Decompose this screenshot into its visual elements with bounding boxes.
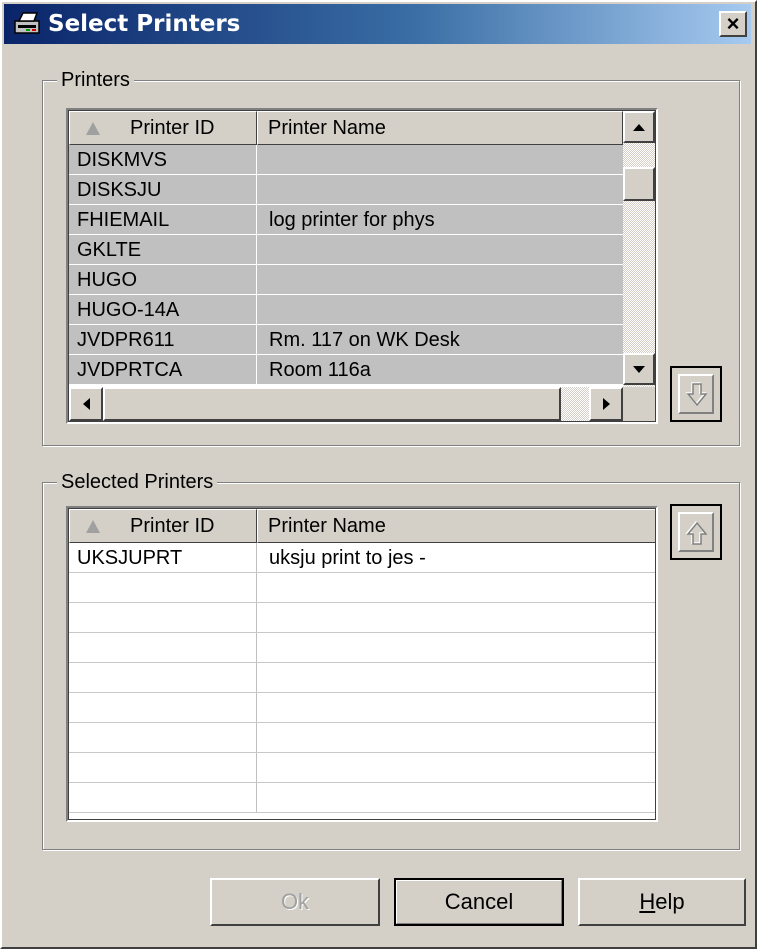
selected-group-row[interactable] <box>69 783 655 813</box>
printers-grid[interactable]: Printer ID Printer Name DISKMVS DISKSJU FH… <box>66 108 658 424</box>
selected-group-row[interactable] <box>69 573 655 603</box>
arrow-right-icon <box>602 398 610 410</box>
window-title: Select Printers <box>48 11 241 37</box>
selected-group-cell-name <box>257 663 655 692</box>
printers-col-header-id[interactable]: Printer ID <box>69 111 257 145</box>
printers-hscroll-thumb[interactable] <box>103 387 561 421</box>
printers-group-cell-id: HUGO <box>69 265 257 294</box>
add-selected-button[interactable] <box>670 366 722 422</box>
printers-group-cell-name <box>257 175 623 204</box>
printers-group-row[interactable]: DISKMVS <box>69 145 623 175</box>
selected-group-cell-id <box>69 753 257 782</box>
printers-vscroll-track[interactable] <box>623 111 655 387</box>
arrow-down-icon <box>633 365 645 373</box>
selected-col-header-name[interactable]: Printer Name <box>257 509 655 543</box>
selected-group-cell-id <box>69 663 257 692</box>
selected-group-cell-id <box>69 693 257 722</box>
printers-group-cell-id: JVDPRTCA <box>69 355 257 384</box>
remove-selected-button[interactable] <box>670 504 722 560</box>
arrow-up-icon <box>685 520 707 545</box>
title-bar[interactable]: Select Printers × <box>4 4 751 44</box>
arrow-down-icon <box>685 382 707 407</box>
selected-printers-grid[interactable]: Printer ID Printer Name UKSJUPRT uksju pr… <box>66 506 658 822</box>
selected-group-cell-name <box>257 633 655 662</box>
printers-vscroll-thumb[interactable] <box>623 167 655 201</box>
printers-group-row[interactable]: HUGO-14A <box>69 295 623 325</box>
sort-ascending-icon <box>86 121 100 135</box>
selected-group-cell-name <box>257 693 655 722</box>
arrow-left-icon <box>82 398 90 410</box>
printers-group-row[interactable]: FHIEMAIL log printer for phys <box>69 205 623 235</box>
printers-group-cell-name: Room 116a <box>257 355 623 384</box>
scroll-down-button[interactable] <box>623 353 655 385</box>
selected-group-cell-id <box>69 723 257 752</box>
printers-group-cell-id: DISKMVS <box>69 145 257 174</box>
selected-group-cell-id <box>69 783 257 812</box>
selected-group-cell-name <box>257 603 655 632</box>
printer-icon <box>14 12 40 34</box>
selected-group-row[interactable] <box>69 603 655 633</box>
printers-group-cell-name <box>257 145 623 174</box>
arrow-up-icon <box>633 123 645 131</box>
selected-group-row[interactable]: UKSJUPRT uksju print to jes - <box>69 543 655 573</box>
scroll-left-button[interactable] <box>69 387 103 421</box>
printers-group-cell-name: log printer for phys <box>257 205 623 234</box>
selected-group-cell-name: uksju print to jes - <box>269 547 426 569</box>
printers-group-row[interactable]: DISKSJU <box>69 175 623 205</box>
close-icon: × <box>726 11 740 36</box>
printers-group-cell-id: GKLTE <box>69 235 257 264</box>
printers-group-cell-id: JVDPR611 <box>69 325 257 354</box>
selected-group-row[interactable] <box>69 693 655 723</box>
scroll-corner <box>623 387 655 421</box>
selected-group-row[interactable] <box>69 723 655 753</box>
scroll-up-button[interactable] <box>623 111 655 143</box>
sort-ascending-icon <box>86 519 100 533</box>
printers-group-row[interactable]: GKLTE <box>69 235 623 265</box>
selected-group-cell-name <box>257 783 655 812</box>
selected-group-cell-name <box>257 573 655 602</box>
close-button[interactable]: × <box>719 11 747 37</box>
selected-group-cell-name <box>257 753 655 782</box>
selected-group-cell-id <box>69 603 257 632</box>
selected-group-cell-id <box>69 633 257 662</box>
printers-group-cell-name <box>257 295 623 324</box>
selected-col-header-id[interactable]: Printer ID <box>69 509 257 543</box>
printers-group-cell-name <box>257 265 623 294</box>
printers-col-header-name[interactable]: Printer Name <box>257 111 623 145</box>
selected-group-row[interactable] <box>69 663 655 693</box>
help-button[interactable]: Help <box>578 878 746 926</box>
ok-button[interactable]: Ok <box>210 878 380 926</box>
printers-group-row[interactable]: JVDPRTCA Room 116a <box>69 355 623 385</box>
scroll-right-button[interactable] <box>589 387 623 421</box>
printers-group-cell-name: Rm. 117 on WK Desk <box>257 325 623 354</box>
selected-group-label: Selected Printers <box>57 470 218 494</box>
selected-group-row[interactable] <box>69 633 655 663</box>
cancel-button[interactable]: Cancel <box>394 878 564 926</box>
selected-group-cell-id <box>69 573 257 602</box>
printers-group-cell-id: DISKSJU <box>69 175 257 204</box>
printers-group-cell-name <box>257 235 623 264</box>
printers-group-cell-id: FHIEMAIL <box>69 205 257 234</box>
selected-group-cell-name <box>257 723 655 752</box>
printers-group-cell-id: HUGO-14A <box>69 295 257 324</box>
printers-group-row[interactable]: HUGO <box>69 265 623 295</box>
selected-group-row[interactable] <box>69 753 655 783</box>
printers-group-label: Printers <box>57 68 134 92</box>
selected-group-cell-id: UKSJUPRT <box>69 543 257 572</box>
printers-group-row[interactable]: JVDPR611 Rm. 117 on WK Desk <box>69 325 623 355</box>
